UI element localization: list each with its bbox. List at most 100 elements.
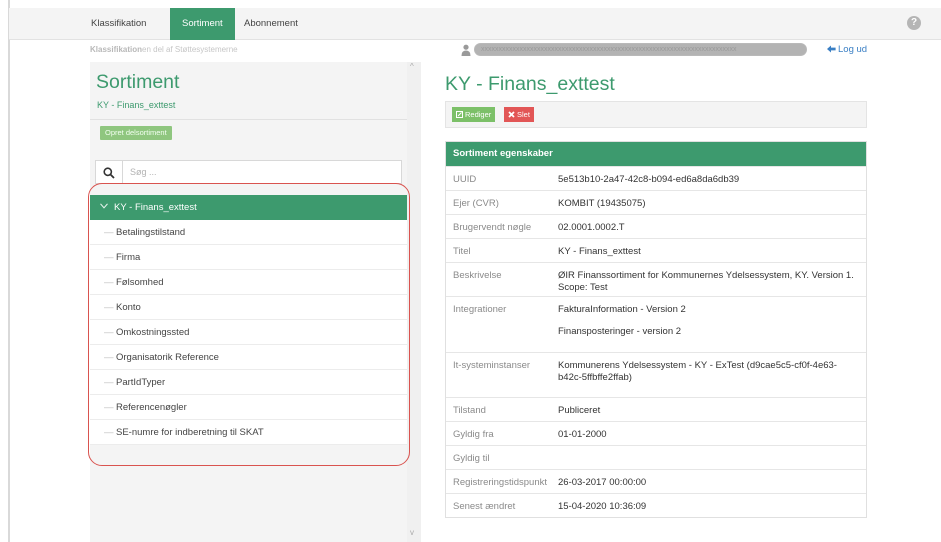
- property-values: 01-01-2000: [558, 422, 866, 445]
- property-value: 5e513b10-2a47-42c8-b094-ed6a8da6db39: [558, 174, 740, 185]
- tree-item[interactable]: — Organisatorik Reference: [90, 345, 407, 370]
- property-label: Titel: [453, 246, 471, 257]
- search-box: [95, 160, 402, 184]
- tab-abonnement[interactable]: Abonnement: [232, 8, 310, 40]
- delete-button-label: Slet: [517, 110, 530, 119]
- chevron-down-icon[interactable]: [100, 203, 108, 209]
- property-row: Beskrivelse ØIR Finanssortiment for Kommu…: [446, 262, 866, 296]
- close-icon: [508, 111, 515, 118]
- tree-children: — Betalingstilstand — Firma — Følsomhed — Konto…: [90, 220, 407, 445]
- property-row: It-systeminstanser Kommunerens Ydelsessys…: [446, 352, 866, 397]
- property-label: Gyldig fra: [453, 429, 494, 440]
- property-value: Kommunerens Ydelsessystem - KY - ExTest …: [558, 360, 837, 383]
- property-row: Senest ændret 15-04-2020 10:36:09: [446, 493, 866, 517]
- tree-item[interactable]: — Referencenøgler: [90, 395, 407, 420]
- tree-item-label: SE-numre for indberetning til SKAT: [116, 427, 264, 438]
- logout-link[interactable]: Log ud: [827, 44, 867, 55]
- property-label: Registreringstidspunkt: [453, 477, 547, 488]
- property-values: Kommunerens Ydelsessystem - KY - ExTest …: [558, 353, 866, 397]
- property-row: Registreringstidspunkt 26-03-2017 00:00:0…: [446, 469, 866, 493]
- tree-item[interactable]: — Firma: [90, 245, 407, 270]
- panel-title: Sortiment: [96, 71, 180, 93]
- property-value: ØIR Finanssortiment for Kommunernes Ydel…: [558, 270, 854, 293]
- detail-title: KY - Finans_exttest: [445, 73, 615, 95]
- logout-label: Log ud: [838, 44, 868, 55]
- property-label: Tilstand: [453, 405, 486, 416]
- property-row: Brugervendt nøgle 02.0001.0002.T: [446, 214, 866, 238]
- property-label: UUID: [453, 174, 477, 185]
- tree-item[interactable]: — Omkostningssted: [90, 320, 407, 345]
- property-row: Titel KY - Finans_exttest: [446, 238, 866, 262]
- divider: [90, 119, 407, 120]
- top-navigation: Klassifikation Sortiment Abonnement ?: [9, 8, 941, 40]
- scroll-up-icon[interactable]: ^: [410, 62, 414, 71]
- property-value: FakturaInformation - Version 2: [558, 304, 686, 315]
- properties-body: UUID 5e513b10-2a47-42c8-b094-ed6a8da6db39…: [446, 166, 866, 517]
- app-window: Klassifikation Sortiment Abonnement ? Kl…: [0, 0, 941, 542]
- property-row: Ejer (CVR) KOMBIT (19435075): [446, 190, 866, 214]
- properties-header: Sortiment egenskaber: [446, 142, 866, 166]
- tree-item[interactable]: — Betalingstilstand: [90, 220, 407, 245]
- property-value: Publiceret: [558, 405, 601, 416]
- left-panel-scrollbar[interactable]: [407, 62, 421, 542]
- tree-connector-icon: —: [104, 352, 114, 363]
- property-label: Senest ændret: [453, 501, 516, 512]
- property-row: Gyldig fra 01-01-2000: [446, 421, 866, 445]
- delete-button[interactable]: Slet: [504, 107, 534, 122]
- detail-toolbar: Rediger Slet: [445, 101, 867, 128]
- tree-item-label: Referencenøgler: [116, 402, 187, 413]
- tree-item[interactable]: — SE-numre for indberetning til SKAT: [90, 420, 407, 445]
- tab-klassifikation[interactable]: Klassifikation: [79, 8, 158, 40]
- tree-item-label: Organisatorik Reference: [116, 352, 219, 363]
- property-row: Tilstand Publiceret: [446, 397, 866, 421]
- search-separator: [122, 161, 123, 183]
- property-values: [558, 446, 866, 469]
- edit-button-label: Rediger: [465, 110, 492, 119]
- property-label: Beskrivelse: [453, 270, 502, 281]
- tree-connector-icon: —: [104, 302, 114, 313]
- edit-button[interactable]: Rediger: [452, 107, 496, 122]
- property-value: 02.0001.0002.T: [558, 222, 625, 233]
- help-icon[interactable]: ?: [907, 16, 921, 30]
- tab-sortiment[interactable]: Sortiment: [170, 8, 235, 40]
- property-row: Integrationer FakturaInformation - Versio…: [446, 296, 866, 352]
- property-value: KOMBIT (19435075): [558, 198, 646, 209]
- properties-table: Sortiment egenskaber UUID 5e513b10-2a47-4…: [445, 141, 867, 518]
- property-values: 02.0001.0002.T: [558, 215, 866, 238]
- tree-root-item[interactable]: KY - Finans_exttest: [90, 195, 407, 220]
- create-subsortiment-button[interactable]: Opret delsortiment: [100, 126, 172, 140]
- tree-item[interactable]: — Konto: [90, 295, 407, 320]
- property-values: ØIR Finanssortiment for Kommunernes Ydel…: [558, 263, 866, 296]
- property-values: FakturaInformation - Version 2 Finanspost…: [558, 297, 866, 352]
- tree-item-label: PartIdTyper: [116, 377, 166, 388]
- user-name-field: xxxxxxxxxxxxxxxxxxxxxxxxxxxxxxxxxxxxxxxx…: [474, 43, 807, 56]
- breadcrumb-suffix: en del af Støttesystemerne: [142, 45, 238, 54]
- tree-connector-icon: —: [104, 252, 114, 263]
- property-label: Brugervendt nøgle: [453, 222, 532, 233]
- property-label: Ejer (CVR): [453, 198, 499, 209]
- property-value: KY - Finans_exttest: [558, 246, 641, 257]
- tree-item-label: Firma: [116, 252, 141, 263]
- tree-connector-icon: —: [104, 427, 114, 438]
- sign-out-icon: [827, 45, 836, 53]
- property-value: 15-04-2020 10:36:09: [558, 501, 647, 512]
- user-icon: [461, 44, 471, 56]
- breadcrumb-app-name: Klassifikation: [90, 45, 143, 54]
- property-values: Publiceret: [558, 398, 866, 421]
- tree-item[interactable]: — Følsomhed: [90, 270, 407, 295]
- property-values: 26-03-2017 00:00:00: [558, 470, 866, 493]
- tree-item-label: Konto: [116, 302, 141, 313]
- property-values: 15-04-2020 10:36:09: [558, 494, 866, 517]
- tree-item[interactable]: — PartIdTyper: [90, 370, 407, 395]
- tree-connector-icon: —: [104, 277, 114, 288]
- panel-subtitle: KY - Finans_exttest: [97, 100, 176, 110]
- tree-item-label: Omkostningssted: [116, 327, 190, 338]
- breadcrumb: Klassifikationen del af Støttesystemerne: [90, 45, 238, 54]
- scroll-down-icon[interactable]: v: [410, 528, 414, 537]
- tree-root-label: KY - Finans_exttest: [114, 202, 197, 213]
- property-value: 26-03-2017 00:00:00: [558, 477, 647, 488]
- property-value: 01-01-2000: [558, 429, 607, 440]
- search-input[interactable]: [130, 165, 390, 179]
- property-row: UUID 5e513b10-2a47-42c8-b094-ed6a8da6db39: [446, 166, 866, 190]
- tree-item-label: Følsomhed: [116, 277, 164, 288]
